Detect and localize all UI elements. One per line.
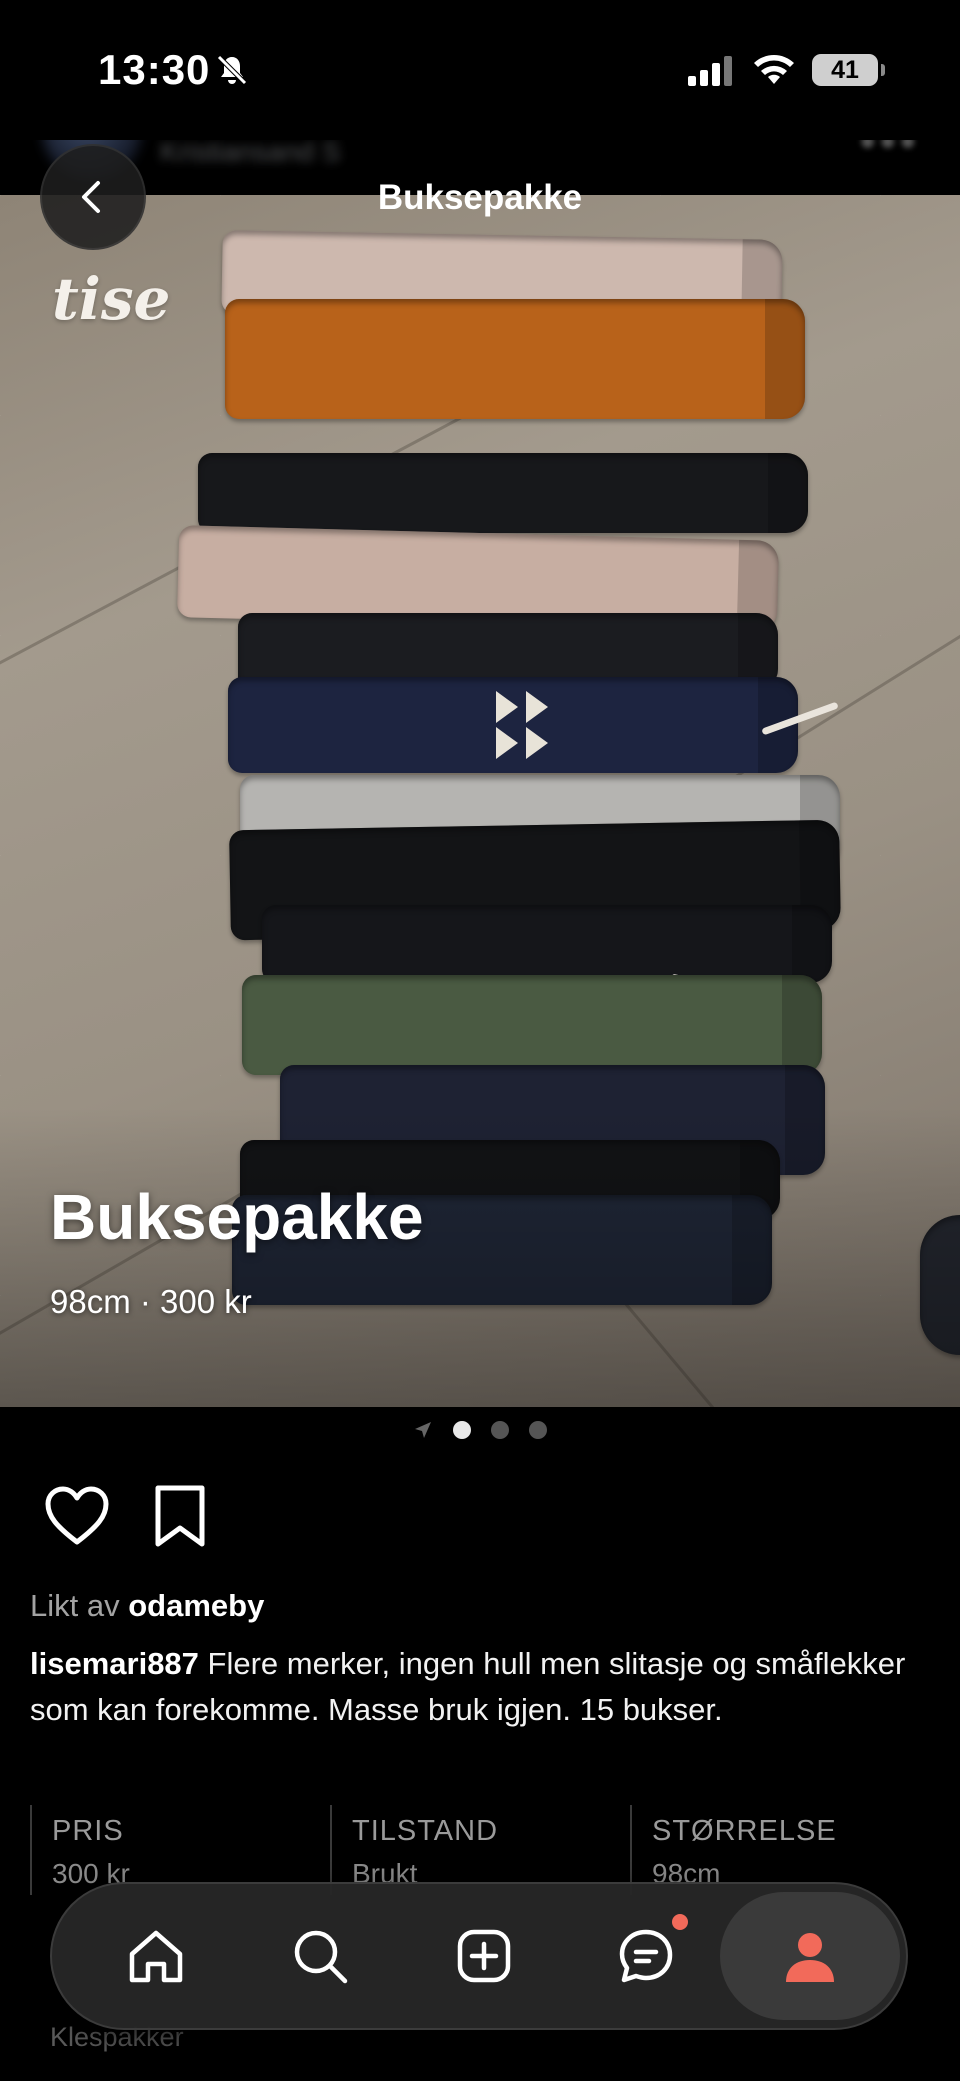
status-bar: 13:30 41	[0, 0, 960, 140]
detail-label: STØRRELSE	[652, 1815, 837, 1847]
battery-indicator: 41	[812, 54, 885, 86]
detail-label: PRIS	[52, 1815, 124, 1847]
pager-dot-active[interactable]	[453, 1421, 471, 1439]
app-header: Buksepakke	[0, 140, 960, 250]
liked-by-prefix: Likt av	[30, 1588, 120, 1623]
signal-icon	[688, 56, 732, 86]
pants-item	[242, 975, 822, 1075]
listing-title: Buksepakke	[50, 1181, 424, 1253]
like-heart-icon[interactable]	[44, 1486, 110, 1546]
liked-by[interactable]: Likt av odameby	[30, 1588, 264, 1624]
wifi-icon	[754, 55, 794, 84]
pants-item	[198, 453, 808, 533]
page-title: Buksepakke	[377, 178, 583, 217]
image-pager[interactable]	[0, 1418, 960, 1442]
tab-profile[interactable]	[720, 1892, 900, 2020]
add-icon	[457, 1929, 511, 1983]
pager-dot[interactable]	[529, 1421, 547, 1439]
location-arrow-icon	[415, 1422, 431, 1438]
pants-item	[262, 905, 832, 983]
bottom-tab-bar	[50, 1882, 908, 2030]
bell-slash-icon	[217, 55, 247, 85]
detail-label: TILSTAND	[352, 1815, 499, 1847]
profile-icon	[786, 1933, 834, 1982]
tab-search[interactable]	[278, 1914, 362, 1998]
tab-add[interactable]	[442, 1914, 526, 1998]
pants-item	[228, 677, 798, 773]
listing-meta: 98cm · 300 kr	[50, 1283, 252, 1320]
description-author[interactable]: lisemari887	[30, 1646, 199, 1681]
home-icon	[129, 1930, 183, 1983]
chat-icon	[619, 1929, 673, 1983]
bookmark-icon[interactable]	[152, 1484, 208, 1548]
photo-gradient	[0, 1107, 960, 1407]
status-time: 13:30	[98, 46, 211, 93]
pager-dot[interactable]	[491, 1421, 509, 1439]
listing-description: lisemari887 Flere merker, ingen hull men…	[30, 1641, 910, 1733]
chat-notification-dot	[672, 1914, 688, 1930]
liked-by-user[interactable]: odameby	[128, 1588, 264, 1623]
pants-item	[225, 299, 805, 419]
brand-logo: tise	[52, 265, 171, 333]
search-icon	[294, 1930, 348, 1984]
tab-home[interactable]	[114, 1914, 198, 1998]
